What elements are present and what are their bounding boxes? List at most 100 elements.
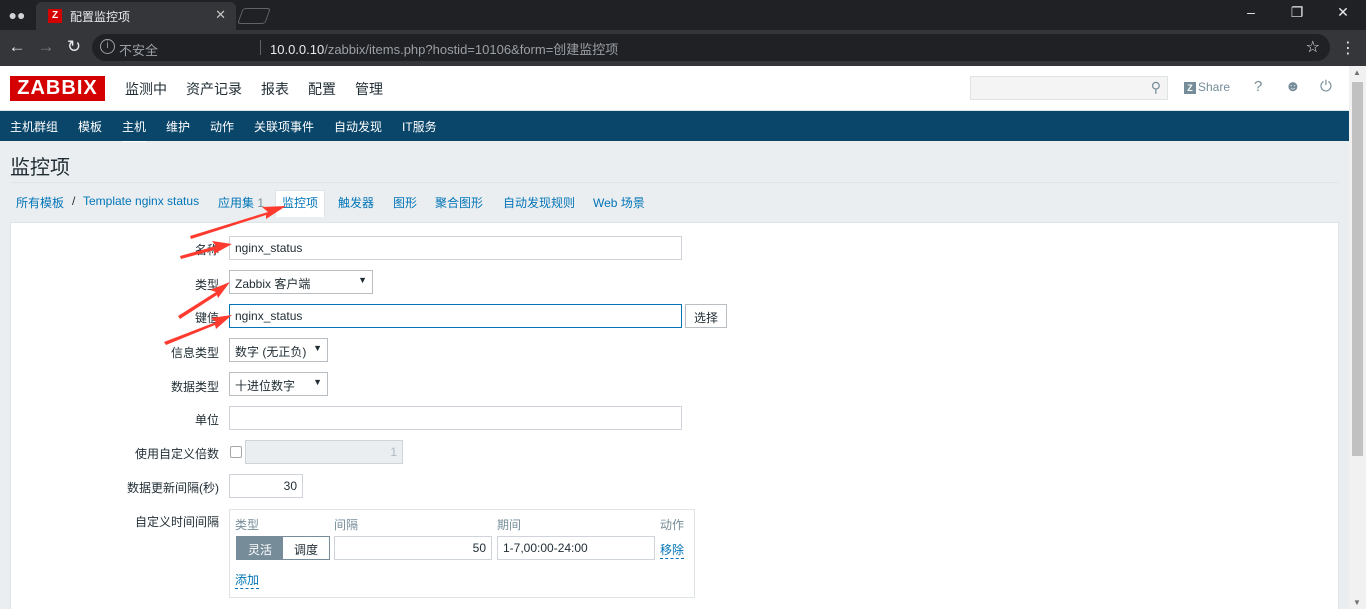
zabbix-favicon-icon: Z: [48, 9, 62, 23]
breadcrumb-template[interactable]: Template nginx status: [83, 194, 199, 208]
forward-arrow-icon[interactable]: →: [35, 37, 57, 57]
browser-tab[interactable]: Z 配置监控项 ✕: [36, 2, 236, 30]
type-select[interactable]: Zabbix 客户端 ▼: [229, 270, 373, 294]
tab-triggers[interactable]: 触发器: [338, 194, 374, 211]
multiplier-label: 使用自定义倍数: [134, 447, 219, 461]
zabbix-share-icon: Z: [1184, 82, 1196, 94]
dropdown-arrow-icon: ▼: [313, 377, 322, 387]
new-tab-button[interactable]: [237, 8, 271, 24]
incognito-icon: ●●: [8, 7, 26, 23]
col-header-period: 期间: [497, 518, 522, 532]
data-type-select[interactable]: 十进位数字 ▼: [229, 372, 328, 396]
update-interval-label: 数据更新间隔(秒): [127, 481, 219, 495]
search-input[interactable]: ⚲: [970, 76, 1168, 100]
share-link[interactable]: Z Share: [1184, 80, 1230, 94]
data-type-label: 数据类型: [170, 380, 219, 394]
interval-type-toggle: 灵活 调度: [236, 536, 331, 560]
browser-tab-bar: ●● Z 配置监控项 ✕ – ❐ ✕: [0, 0, 1366, 30]
submenu-it-services[interactable]: IT服务: [402, 118, 437, 135]
name-label: 名称: [194, 243, 219, 257]
url-text: 10.0.0.10/zabbix/items.php?hostid=10106&…: [270, 39, 618, 58]
interval-type-flexible[interactable]: 灵活: [237, 537, 284, 559]
reload-icon[interactable]: ↻: [63, 37, 85, 57]
page-scrollbar[interactable]: ▲ ▼: [1349, 66, 1366, 609]
tab-applications-label: 应用集: [218, 196, 255, 210]
remove-interval-link[interactable]: 移除: [660, 541, 685, 559]
interval-input[interactable]: 50: [334, 536, 492, 560]
zabbix-logo[interactable]: ZABBIX: [10, 76, 105, 101]
security-label: 不安全: [119, 43, 159, 58]
back-arrow-icon[interactable]: ←: [6, 37, 28, 57]
search-icon[interactable]: ⚲: [1151, 79, 1161, 96]
tab-discovery-rules[interactable]: 自动发现规则: [503, 194, 575, 211]
submenu-discovery[interactable]: 自动发现: [334, 118, 382, 135]
custom-intervals-table: 类型 间隔 期间 动作 灵活 调度 50 1-7,00:00-24:00 移除 …: [229, 509, 695, 598]
breadcrumb-all-templates[interactable]: 所有模板: [16, 194, 64, 211]
dropdown-arrow-icon: ▼: [358, 275, 367, 285]
scroll-down-arrow-icon[interactable]: ▼: [1353, 598, 1361, 607]
info-type-label: 信息类型: [170, 346, 219, 360]
key-select-button[interactable]: 选择: [685, 304, 728, 328]
user-profile-icon[interactable]: ☻: [1285, 78, 1301, 95]
scrollbar-thumb[interactable]: [1352, 82, 1363, 456]
units-input[interactable]: [229, 406, 682, 430]
custom-intervals-label: 自定义时间间隔: [134, 515, 219, 529]
add-interval-link[interactable]: 添加: [235, 571, 260, 589]
tab-screens[interactable]: 聚合图形: [435, 194, 483, 211]
browser-toolbar: ← → ↻ i 不安全 10.0.0.10/zabbix/items.php?h…: [0, 30, 1366, 66]
divider: [260, 40, 261, 55]
bookmark-star-icon[interactable]: ☆: [1306, 37, 1320, 57]
sub-menu: 主机群组 模板 主机 维护 动作 关联项事件 自动发现 IT服务: [0, 111, 1349, 142]
browser-menu-icon[interactable]: ⋮: [1338, 38, 1358, 58]
tab-applications[interactable]: 应用集 1: [218, 194, 264, 211]
multiplier-input: 1: [245, 440, 403, 464]
url-path: /zabbix/items.php?hostid=10106&form=创建监控…: [324, 42, 619, 57]
logout-power-icon[interactable]: ⏻: [1320, 78, 1332, 95]
menu-configuration[interactable]: 配置: [308, 79, 336, 119]
address-bar[interactable]: i 不安全 10.0.0.10/zabbix/items.php?hostid=…: [92, 34, 1330, 61]
submenu-host-groups[interactable]: 主机群组: [10, 118, 58, 135]
submenu-correlation[interactable]: 关联项事件: [254, 118, 314, 135]
help-icon[interactable]: ?: [1254, 78, 1262, 95]
update-interval-input[interactable]: 30: [229, 474, 303, 498]
info-type-select-value: 数字 (无正负): [235, 345, 307, 359]
tab-web-scenarios[interactable]: Web 场景: [593, 194, 645, 211]
menu-reports[interactable]: 报表: [261, 79, 289, 99]
minimize-icon[interactable]: –: [1228, 4, 1274, 20]
interval-type-scheduling[interactable]: 调度: [283, 537, 330, 559]
units-label: 单位: [194, 413, 219, 427]
title-divider: [10, 182, 1339, 183]
name-input[interactable]: nginx_status: [229, 236, 682, 260]
multiplier-checkbox[interactable]: [230, 446, 242, 458]
key-input[interactable]: nginx_status: [229, 304, 682, 328]
restore-icon[interactable]: ❐: [1274, 4, 1320, 21]
tab-title: 配置监控项: [70, 10, 131, 24]
info-icon[interactable]: i: [100, 39, 115, 54]
col-header-action: 动作: [660, 518, 685, 532]
scroll-up-arrow-icon[interactable]: ▲: [1353, 68, 1361, 77]
close-tab-icon[interactable]: ✕: [215, 7, 226, 23]
key-label: 键值: [194, 311, 219, 325]
breadcrumb-separator: /: [72, 194, 76, 208]
tab-items[interactable]: 监控项: [275, 190, 326, 217]
col-header-interval: 间隔: [334, 518, 359, 532]
zabbix-header: ZABBIX 监测中 资产记录 报表 配置 管理 ⚲ Z Share ? ☻ ⏻: [0, 66, 1349, 119]
dropdown-arrow-icon: ▼: [313, 343, 322, 353]
menu-administration[interactable]: 管理: [355, 79, 383, 99]
submenu-actions[interactable]: 动作: [210, 118, 234, 135]
menu-inventory[interactable]: 资产记录: [186, 79, 242, 99]
tab-graphs[interactable]: 图形: [393, 194, 417, 211]
info-type-select[interactable]: 数字 (无正负) ▼: [229, 338, 328, 362]
menu-monitoring[interactable]: 监测中: [125, 79, 167, 99]
item-form: 名称 nginx_status 类型 Zabbix 客户端 ▼ 键值 nginx_…: [10, 222, 1339, 609]
share-label: Share: [1198, 80, 1231, 94]
submenu-templates[interactable]: 模板: [78, 118, 102, 135]
tab-applications-count: 1: [257, 196, 265, 210]
submenu-hosts[interactable]: 主机: [122, 118, 147, 142]
submenu-maintenance[interactable]: 维护: [166, 118, 190, 135]
url-host: 10.0.0.10: [270, 42, 325, 57]
period-input[interactable]: 1-7,00:00-24:00: [497, 536, 655, 560]
type-select-value: Zabbix 客户端: [235, 277, 311, 291]
data-type-select-value: 十进位数字: [235, 379, 296, 393]
close-window-icon[interactable]: ✕: [1320, 4, 1366, 21]
